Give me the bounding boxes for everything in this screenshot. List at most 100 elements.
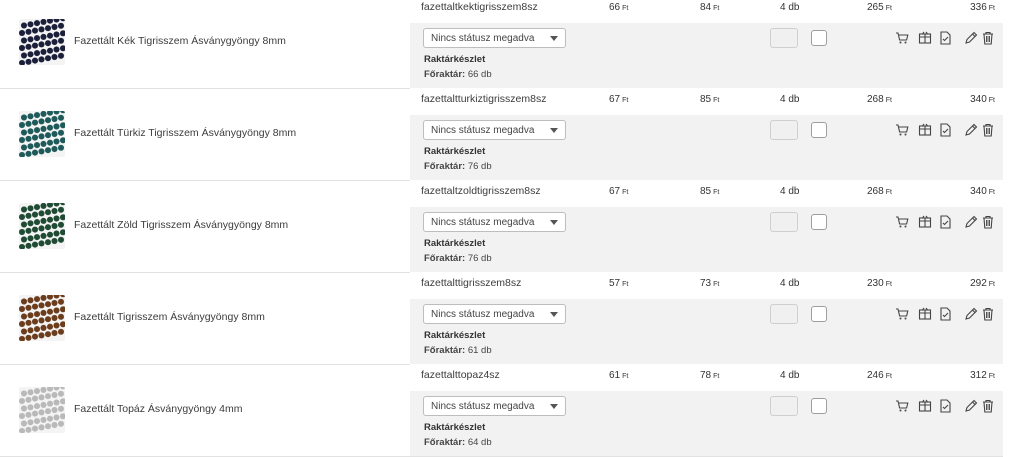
bead — [25, 227, 32, 235]
status-select[interactable]: Nincs státusz megadva — [423, 212, 566, 232]
cart-icon[interactable] — [895, 123, 909, 137]
quantity-value: 4 db — [780, 2, 800, 13]
product-name[interactable]: Fazettált Kék Tigrisszem Ásványgyöngy 8m… — [74, 35, 286, 47]
cart-icon[interactable] — [895, 215, 909, 229]
table-row: Fazettált Kék Tigrisszem Ásványgyöngy 8m… — [0, 0, 1003, 89]
product-sku: fazettaltturkiztigrisszem8sz — [421, 93, 547, 105]
bead — [31, 395, 39, 402]
bead — [57, 236, 65, 244]
bead — [33, 387, 41, 395]
bead — [38, 41, 45, 48]
status-select[interactable]: Nincs státusz megadva — [423, 120, 566, 140]
bead — [19, 243, 26, 249]
bead — [57, 390, 65, 398]
bead — [25, 150, 32, 157]
bead — [20, 420, 28, 427]
select-checkbox[interactable] — [811, 306, 827, 322]
pencil-icon[interactable] — [964, 399, 978, 413]
bead — [19, 397, 26, 405]
bead — [57, 37, 65, 45]
bead — [25, 120, 32, 128]
product-name[interactable]: Fazettált Topáz Ásványgyöngy 4mm — [74, 403, 242, 415]
product-sku: fazettalttigrisszem8sz — [421, 277, 522, 289]
bead — [57, 114, 65, 122]
bead — [33, 295, 41, 303]
select-checkbox[interactable] — [811, 398, 827, 414]
product-thumbnail[interactable] — [19, 295, 65, 341]
product-thumbnail[interactable] — [19, 111, 65, 157]
product-name[interactable]: Fazettált Zöld Tigrisszem Ásványgyöngy 8… — [74, 219, 288, 231]
bead — [27, 142, 34, 150]
unit-price-gross: 84 Ft — [700, 2, 720, 13]
select-checkbox[interactable] — [811, 122, 827, 138]
box-icon[interactable] — [918, 123, 932, 137]
product-thumbnail[interactable] — [19, 19, 65, 65]
cart-icon[interactable] — [895, 31, 909, 45]
bead — [59, 320, 65, 328]
bead — [51, 38, 58, 46]
bead — [51, 391, 58, 399]
pencil-icon[interactable] — [964, 215, 978, 229]
pencil-icon[interactable] — [964, 31, 978, 45]
document-check-icon[interactable] — [938, 123, 952, 137]
trash-icon[interactable] — [981, 31, 995, 45]
box-icon[interactable] — [918, 307, 932, 321]
bead — [33, 325, 41, 333]
document-check-icon[interactable] — [938, 215, 952, 229]
quantity-input[interactable] — [770, 304, 798, 324]
cart-icon[interactable] — [895, 307, 909, 321]
document-check-icon[interactable] — [938, 31, 952, 45]
quantity-input[interactable] — [770, 120, 798, 140]
status-select[interactable]: Nincs státusz megadva — [423, 396, 566, 416]
trash-icon[interactable] — [981, 215, 995, 229]
bead — [40, 125, 47, 133]
status-select[interactable]: Nincs státusz megadva — [423, 28, 566, 48]
bead — [31, 410, 39, 417]
trash-icon[interactable] — [981, 399, 995, 413]
bead — [53, 414, 60, 421]
bead — [44, 223, 52, 231]
box-icon[interactable] — [918, 215, 932, 229]
bead — [19, 213, 26, 221]
bead — [51, 145, 58, 153]
bead — [33, 218, 41, 226]
bead — [20, 114, 28, 121]
quantity-input[interactable] — [770, 212, 798, 232]
cart-icon[interactable] — [895, 399, 909, 413]
bead — [27, 388, 34, 396]
trash-icon[interactable] — [981, 307, 995, 321]
pencil-icon[interactable] — [964, 307, 978, 321]
bead — [31, 211, 39, 218]
quantity-input[interactable] — [770, 28, 798, 48]
product-thumbnail[interactable] — [19, 387, 65, 433]
document-check-icon[interactable] — [938, 307, 952, 321]
bead — [46, 19, 54, 25]
bead — [51, 207, 58, 215]
select-checkbox[interactable] — [811, 214, 827, 230]
stock-heading: Raktárkészlet — [424, 146, 486, 157]
table-row: Fazettált Zöld Tigrisszem Ásványgyöngy 8… — [0, 180, 1003, 273]
trash-icon[interactable] — [981, 123, 995, 137]
bead — [46, 308, 54, 316]
scrollbar[interactable] — [1004, 0, 1024, 449]
select-checkbox[interactable] — [811, 30, 827, 46]
box-icon[interactable] — [918, 31, 932, 45]
pencil-icon[interactable] — [964, 123, 978, 137]
bead — [31, 333, 39, 340]
document-check-icon[interactable] — [938, 399, 952, 413]
quantity-input[interactable] — [770, 396, 798, 416]
product-name[interactable]: Fazettált Türkiz Tigrisszem Ásványgyöngy… — [74, 127, 296, 139]
product-thumbnail[interactable] — [19, 203, 65, 249]
bead — [51, 314, 58, 322]
bead — [20, 144, 28, 151]
bead — [27, 127, 34, 135]
status-select[interactable]: Nincs státusz megadva — [423, 304, 566, 324]
bead — [25, 304, 32, 312]
bead — [59, 121, 65, 129]
bead — [31, 318, 39, 325]
chevron-down-icon — [550, 36, 558, 41]
product-name[interactable]: Fazettált Tigrisszem Ásványgyöngy 8mm — [74, 311, 265, 323]
box-icon[interactable] — [918, 399, 932, 413]
bead — [46, 415, 54, 423]
bead — [40, 232, 47, 240]
